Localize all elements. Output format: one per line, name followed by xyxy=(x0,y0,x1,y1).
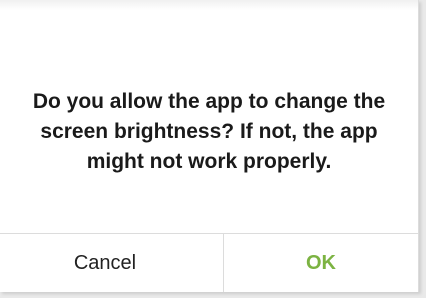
cancel-button[interactable]: Cancel xyxy=(0,234,210,292)
permission-dialog: Do you allow the app to change the scree… xyxy=(0,0,419,292)
dialog-message: Do you allow the app to change the scree… xyxy=(32,90,386,173)
dialog-top-edge xyxy=(0,0,418,10)
ok-button[interactable]: OK xyxy=(224,234,418,292)
